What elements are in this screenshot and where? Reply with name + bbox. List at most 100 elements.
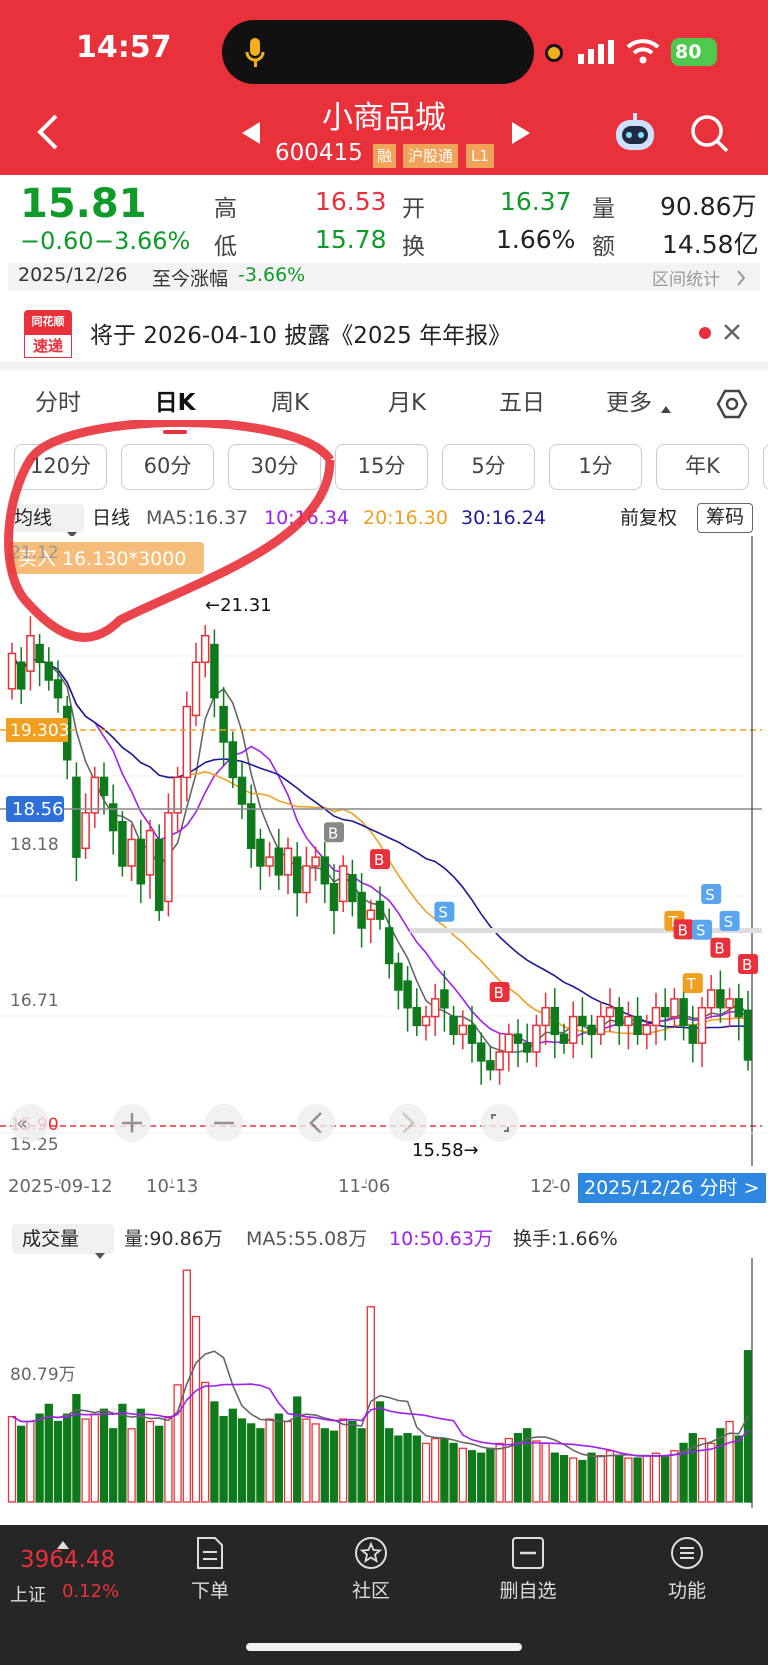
banner-text: 将于 2026-04-10 披露《2025 年年报》 bbox=[90, 323, 512, 349]
svg-text:B: B bbox=[374, 851, 384, 869]
index-change: 0.12% bbox=[62, 1581, 120, 1602]
trade-marker-s[interactable]: S bbox=[719, 910, 740, 931]
candle-body bbox=[651, 1006, 661, 1027]
candle-body bbox=[743, 1009, 753, 1061]
volume-bar bbox=[532, 1440, 541, 1503]
candle-body bbox=[624, 1015, 633, 1027]
y-label-3: 16.71 bbox=[10, 991, 59, 1011]
candle-body bbox=[449, 1015, 458, 1036]
search-icon[interactable] bbox=[690, 114, 730, 158]
scroll-left-button[interactable] bbox=[297, 1104, 335, 1142]
volume-bar bbox=[477, 1452, 486, 1503]
volume-bar bbox=[661, 1454, 670, 1503]
trade-marker-s[interactable]: S bbox=[701, 884, 722, 904]
close-icon[interactable] bbox=[722, 322, 742, 346]
candle-body bbox=[421, 1015, 431, 1027]
tab-monthly-k[interactable]: 月K bbox=[367, 370, 447, 436]
candle-body bbox=[81, 812, 90, 850]
volume-bar bbox=[127, 1428, 136, 1503]
low-label: 低 bbox=[214, 234, 237, 260]
volume-bar bbox=[320, 1428, 329, 1503]
volume-bar bbox=[550, 1452, 559, 1503]
nav-order-label: 下单 bbox=[190, 1580, 229, 1602]
candle-body bbox=[154, 838, 164, 912]
volume-bar bbox=[293, 1396, 302, 1503]
volume-label: 量 bbox=[592, 196, 615, 222]
fullscreen-button[interactable] bbox=[481, 1104, 519, 1142]
candle-body bbox=[108, 803, 118, 832]
period-5min[interactable]: 5分 bbox=[442, 444, 535, 490]
period-year-k[interactable]: 年K bbox=[656, 444, 749, 490]
trade-marker-b[interactable]: B bbox=[738, 953, 758, 974]
candle-body bbox=[670, 998, 679, 1018]
vol-indicator-label: 成交量 bbox=[22, 1228, 80, 1250]
scroll-right-button[interactable] bbox=[389, 1104, 427, 1142]
candle-body bbox=[559, 1033, 569, 1044]
trade-marker-b[interactable]: B bbox=[370, 849, 390, 870]
trade-marker-t[interactable]: T bbox=[682, 973, 703, 994]
next-stock-icon[interactable] bbox=[510, 120, 532, 150]
candle-body bbox=[716, 989, 725, 1009]
range-stats-link[interactable]: 区间统计 bbox=[652, 265, 720, 290]
svg-text:19.303: 19.303 bbox=[10, 721, 69, 741]
candle-body bbox=[725, 998, 734, 1009]
nav-community[interactable]: 社区 bbox=[316, 1525, 426, 1603]
candle-body bbox=[486, 1060, 495, 1071]
volume-bar bbox=[145, 1420, 155, 1503]
remove-watchlist-icon bbox=[512, 1537, 544, 1569]
volume-bar bbox=[17, 1425, 26, 1503]
period-overflow[interactable] bbox=[763, 444, 768, 490]
back-icon[interactable] bbox=[34, 112, 60, 156]
volume-bar bbox=[53, 1420, 63, 1503]
chips-button[interactable]: 筹码 bbox=[697, 503, 754, 533]
volume-bar bbox=[35, 1413, 44, 1503]
trade-marker-b[interactable]: B bbox=[673, 919, 694, 940]
stock-code: 600415 bbox=[275, 140, 363, 166]
nav-functions[interactable]: 功能 bbox=[632, 1525, 742, 1603]
candle-body bbox=[495, 1051, 504, 1071]
badge-connect: 沪股通 bbox=[403, 144, 459, 168]
trade-marker-b[interactable]: B bbox=[489, 982, 510, 1002]
bottom-nav: 3964.48 上证 0.12% 下单 社区 删自选 功能 bbox=[0, 1525, 768, 1665]
nav-remove-watchlist[interactable]: 删自选 bbox=[473, 1525, 583, 1603]
period-change-value: -3.66% bbox=[238, 264, 306, 286]
nav-order[interactable]: 下单 bbox=[155, 1525, 265, 1603]
volume-bar bbox=[605, 1450, 615, 1503]
candle-body bbox=[430, 998, 440, 1018]
tab-five-day[interactable]: 五日 bbox=[482, 370, 562, 436]
svg-text:S: S bbox=[696, 922, 706, 940]
candle-body bbox=[72, 776, 81, 858]
settings-hexagon-icon[interactable] bbox=[716, 388, 748, 424]
candle-body bbox=[348, 874, 357, 903]
svg-text:B: B bbox=[328, 824, 338, 842]
candle-body bbox=[578, 1015, 587, 1027]
trade-marker-b[interactable]: B bbox=[324, 822, 344, 843]
adjust-label[interactable]: 前复权 bbox=[620, 500, 677, 536]
robot-assistant-icon[interactable] bbox=[612, 112, 658, 158]
date-intraday-button[interactable]: 2025/12/26 分时 > bbox=[578, 1173, 766, 1203]
svg-text:S: S bbox=[724, 913, 734, 931]
candle-body bbox=[237, 776, 247, 805]
volume-bar bbox=[642, 1454, 651, 1503]
prev-stock-icon[interactable] bbox=[240, 120, 262, 150]
candle-body bbox=[375, 900, 385, 920]
nav-remove-watchlist-label: 删自选 bbox=[499, 1580, 557, 1602]
trade-marker-b[interactable]: B bbox=[710, 937, 731, 958]
period-1min[interactable]: 1分 bbox=[549, 444, 642, 490]
index-value[interactable]: 3964.48 bbox=[20, 1547, 115, 1573]
svg-text:18.56: 18.56 bbox=[12, 799, 64, 820]
volume-chart[interactable]: 80.79万 bbox=[0, 1258, 768, 1508]
recording-dot-icon bbox=[545, 44, 563, 62]
dynamic-island bbox=[222, 20, 534, 84]
volume-bar bbox=[219, 1415, 228, 1503]
volume-svg[interactable]: 80.79万 bbox=[0, 1258, 768, 1508]
trade-marker-s[interactable]: S bbox=[692, 919, 712, 940]
tab-more[interactable]: 更多 bbox=[594, 370, 664, 436]
volume-bar bbox=[90, 1413, 99, 1503]
trade-marker-s[interactable]: S bbox=[434, 901, 455, 922]
candle-body bbox=[642, 1024, 652, 1036]
candle-body bbox=[228, 741, 238, 779]
x-label-start: 2025-09-12 bbox=[8, 1176, 113, 1197]
volume-bar bbox=[743, 1350, 753, 1503]
news-banner[interactable]: 同花顺 速递 将于 2026-04-10 披露《2025 年年报》 bbox=[0, 300, 768, 370]
